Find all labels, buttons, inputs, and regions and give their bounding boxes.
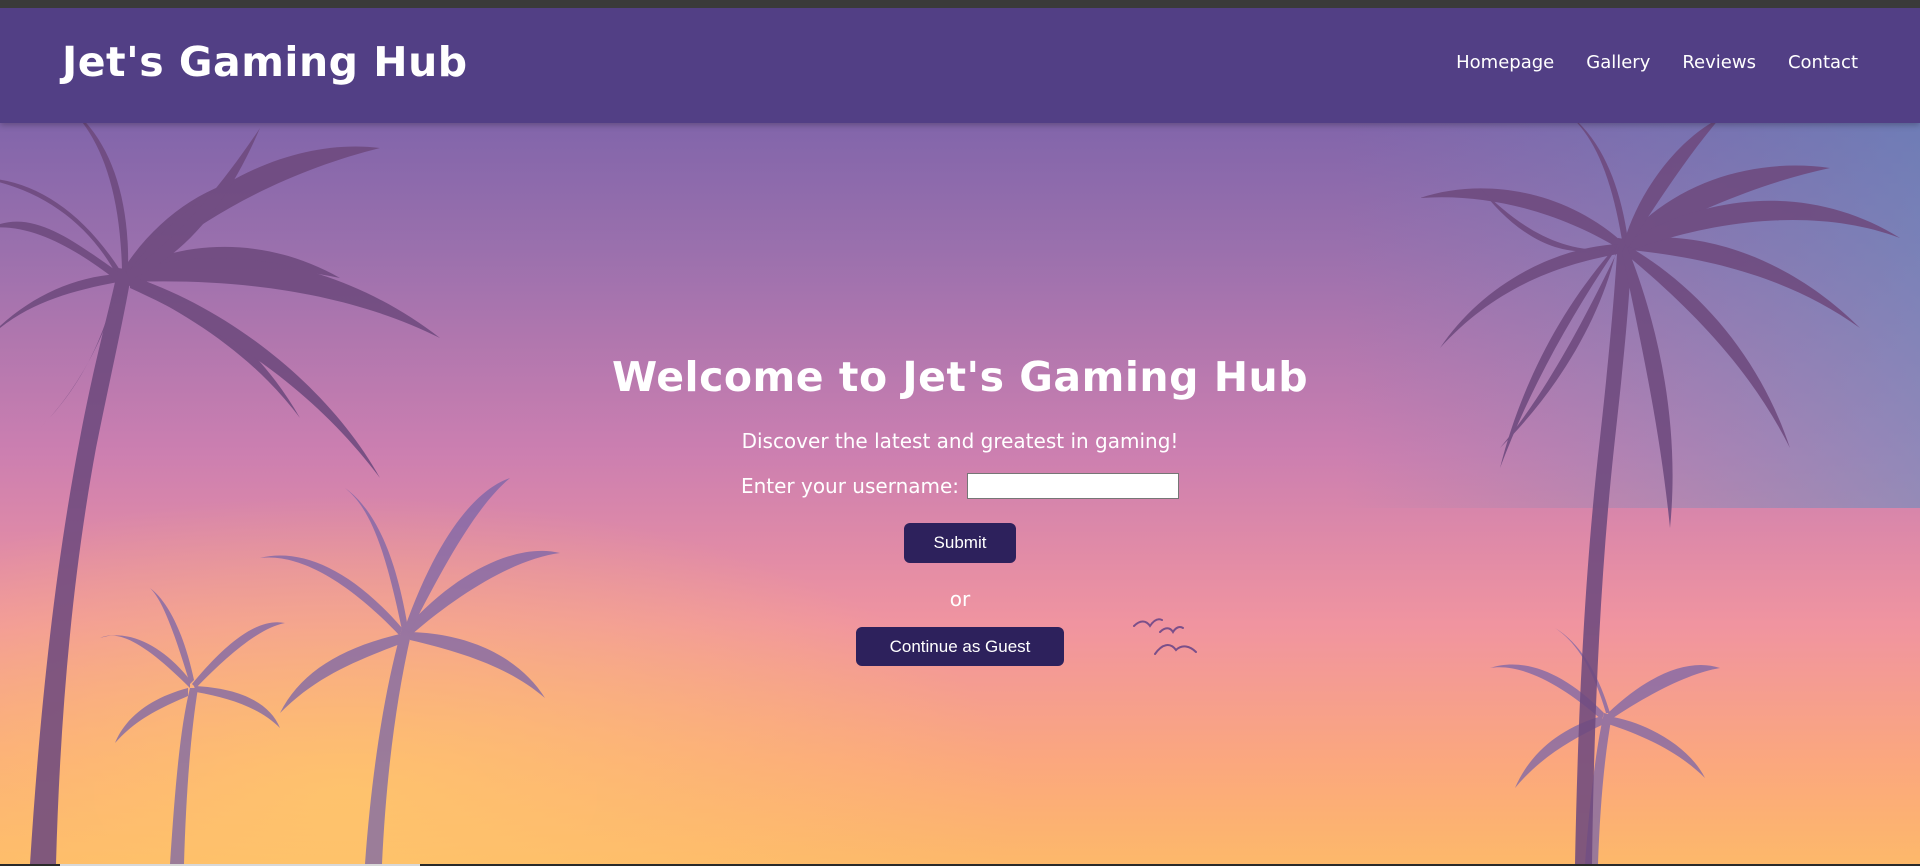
submit-button[interactable]: Submit <box>904 523 1016 563</box>
username-label: Enter your username: <box>740 474 960 498</box>
username-form-row: Enter your username: <box>0 473 1920 499</box>
username-input[interactable] <box>967 473 1180 499</box>
main-navigation: Homepage Gallery Reviews Contact <box>1456 52 1858 73</box>
browser-top-strip <box>0 0 1920 8</box>
or-separator-text: or <box>949 587 971 611</box>
nav-homepage-link[interactable]: Homepage <box>1456 52 1554 73</box>
site-navbar: Jet's Gaming Hub Homepage Gallery Review… <box>0 8 1920 123</box>
hero-content: Welcome to Jet's Gaming Hub Discover the… <box>0 353 1920 666</box>
nav-gallery-link[interactable]: Gallery <box>1586 52 1650 73</box>
continue-as-guest-button[interactable]: Continue as Guest <box>856 627 1064 666</box>
hero-subtitle: Discover the latest and greatest in gami… <box>741 429 1179 453</box>
page-viewport: Jet's Gaming Hub Homepage Gallery Review… <box>0 8 1920 864</box>
nav-reviews-link[interactable]: Reviews <box>1682 52 1756 73</box>
nav-contact-link[interactable]: Contact <box>1788 52 1858 73</box>
hero-title: Welcome to Jet's Gaming Hub <box>611 353 1309 401</box>
site-title[interactable]: Jet's Gaming Hub <box>62 38 468 86</box>
